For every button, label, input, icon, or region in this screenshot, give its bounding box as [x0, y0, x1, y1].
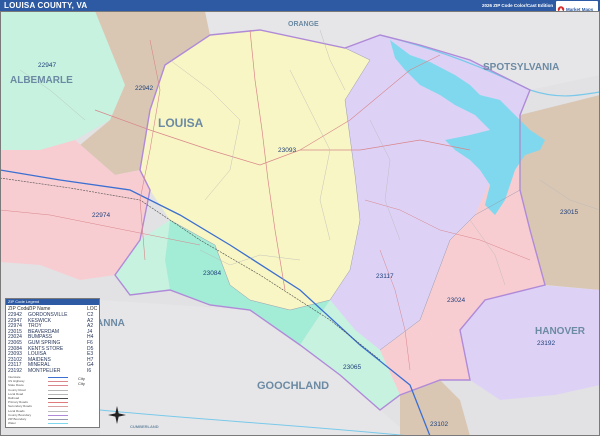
legend-row-zip: 23192	[8, 368, 22, 374]
legend-title: ZIP Code Legend	[6, 299, 99, 305]
legend-symbols: Interstate US Highway State Route County Ro…	[8, 375, 97, 427]
legend-line-symbol	[48, 423, 68, 425]
county-label-orange: ORANGE	[288, 21, 319, 28]
legend-line-symbol	[48, 385, 68, 387]
legend-line-symbol	[48, 393, 68, 395]
legend-line-symbol	[48, 419, 68, 420]
county-label-albemarle: ALBEMARLE	[10, 75, 73, 86]
zip-label-22947: 22947	[38, 62, 56, 69]
county-label-cumberland: CUMBERLAND	[130, 424, 159, 429]
legend-city-sub: City	[78, 381, 85, 386]
legend-line-symbol	[48, 381, 68, 383]
zip-label-23117: 23117	[376, 273, 394, 280]
legend-line-label: Water	[8, 421, 16, 426]
title-bar: LOUISA COUNTY, VA 2026 ZIP Code Color/Ca…	[0, 0, 600, 14]
zip-label-22974: 22974	[92, 212, 110, 219]
zip-label-23024: 23024	[447, 297, 465, 304]
zip-label-23015: 23015	[560, 209, 578, 216]
map-title: LOUISA COUNTY, VA	[4, 1, 88, 10]
legend-line-symbol	[48, 402, 68, 404]
county-label-hanover: HANOVER	[535, 326, 586, 337]
publisher-logo: Market Maps	[556, 1, 598, 14]
legend-line-symbol	[48, 398, 68, 399]
legend-row-grid: I6	[87, 368, 92, 374]
legend-line-symbol	[48, 406, 68, 408]
legend-line-symbol	[48, 410, 68, 412]
county-label-spotsylvania: SPOTSYLVANIA	[483, 62, 559, 73]
legend-line-symbol	[48, 377, 68, 378]
zip-label-23192: 23192	[537, 340, 555, 347]
zip-label-23102: 23102	[430, 421, 448, 428]
county-label-goochland: GOOCHLAND	[257, 380, 329, 392]
legend-line-item: Water	[8, 421, 68, 426]
zip-label-23084: 23084	[203, 270, 221, 277]
county-label-louisa: LOUISA	[158, 116, 204, 130]
legend-city: City City	[78, 376, 85, 386]
legend-row-name: MONTPELIER	[28, 368, 61, 374]
map-legend: ZIP Code Legend ZIP Code ZIP Name LOC 22…	[5, 298, 100, 428]
legend-row: 23192 MONTPELIER I6	[8, 368, 97, 374]
legend-line-symbol	[48, 414, 68, 416]
zip-label-23065: 23065	[343, 364, 361, 371]
zip-label-22942: 22942	[135, 85, 153, 92]
county-label-anna: ANNA	[96, 318, 125, 329]
zip-label-23093: 23093	[278, 147, 296, 154]
legend-line-symbol	[48, 389, 68, 391]
map-edition: 2026 ZIP Code Color/Cast Edition	[482, 3, 554, 8]
